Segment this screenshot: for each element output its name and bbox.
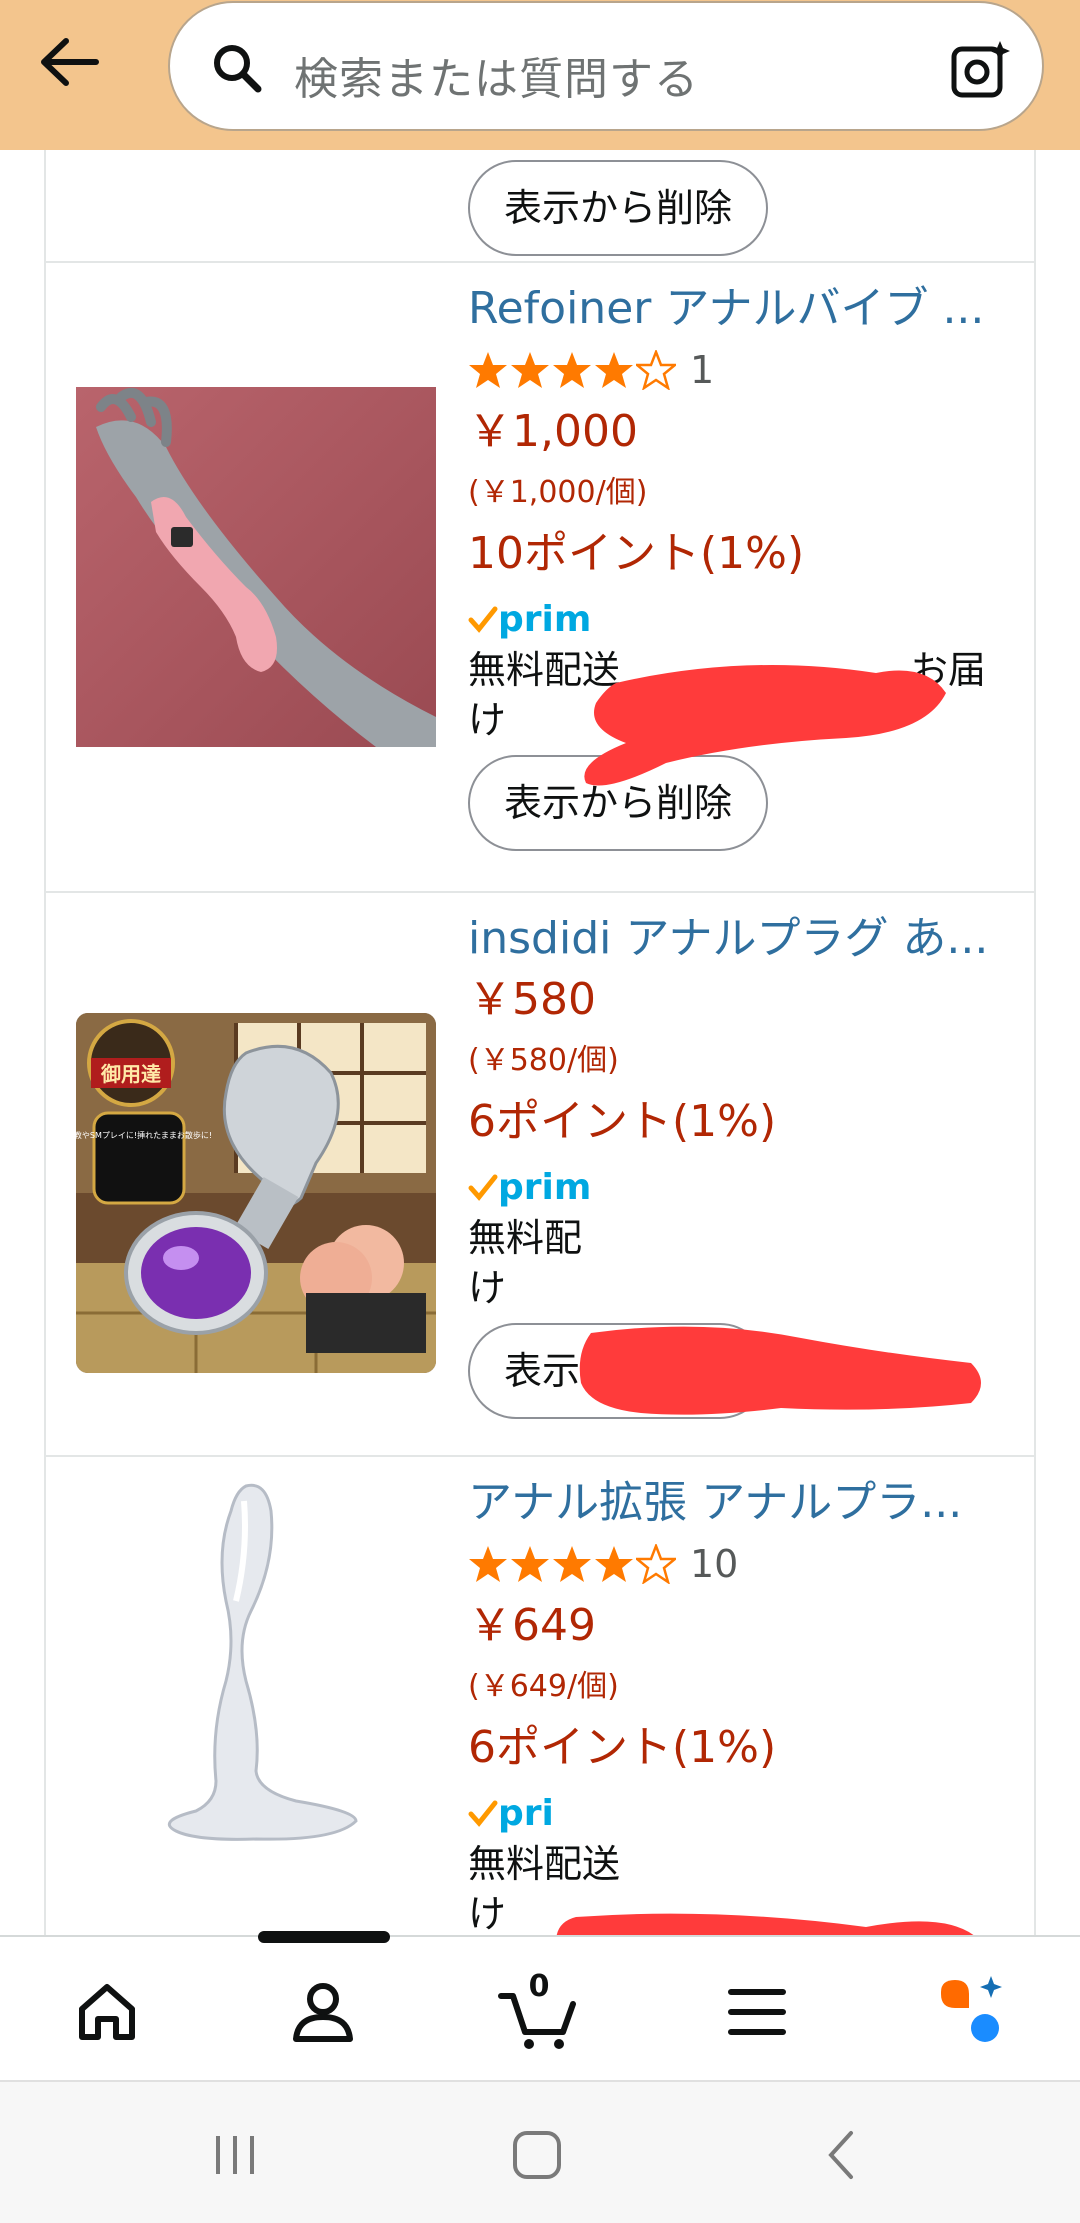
prime-label: prim xyxy=(498,1166,592,1208)
star-filled-icon xyxy=(511,1546,549,1582)
star-filled-icon xyxy=(511,352,549,388)
bottom-nav: 0 xyxy=(0,1931,1080,2080)
star-empty-icon xyxy=(636,350,676,390)
star-rating xyxy=(468,1544,676,1584)
star-filled-icon xyxy=(595,1546,633,1582)
prime-badge: prim xyxy=(468,1161,1010,1213)
chevron-left-icon xyxy=(828,2131,853,2179)
prime-check-icon xyxy=(468,1174,498,1201)
product-card[interactable]: アナル拡張 アナルプラ... 10 ￥649 (￥649/個) 6ポイント(1%… xyxy=(46,1457,1034,1935)
price: ￥649 xyxy=(468,1600,596,1651)
nav-menu[interactable] xyxy=(712,1967,802,2057)
delivery-line1: 無料配 xyxy=(468,1216,583,1260)
points: 10ポイント(1%) xyxy=(468,528,805,579)
delivery-line2: け xyxy=(468,1892,507,1935)
search-icon[interactable] xyxy=(210,41,266,97)
badge-text: 御用達 xyxy=(100,1062,161,1086)
recent-apps-button[interactable] xyxy=(200,2120,270,2190)
unit-price: (￥580/個) xyxy=(468,1043,619,1078)
nav-account[interactable] xyxy=(278,1967,368,2057)
star-rating xyxy=(468,350,676,390)
nav-cart[interactable]: 0 xyxy=(494,1967,584,2057)
delivery-tail: お届 xyxy=(910,648,987,692)
star-empty-icon xyxy=(636,1544,676,1584)
rating-count: 1 xyxy=(690,348,715,392)
home-square-icon xyxy=(513,2131,561,2179)
prime-check-icon xyxy=(468,606,498,633)
remove-from-view-button[interactable]: 表示から削除 xyxy=(468,755,769,851)
product-card: 表示から削除 xyxy=(46,150,1034,263)
remove-from-view-button[interactable]: 表示から削除 xyxy=(468,160,769,256)
recent-apps-icon xyxy=(216,2136,254,2174)
product-title-link[interactable]: アナル拡張 アナルプラ... xyxy=(468,1473,1010,1533)
account-icon xyxy=(293,1983,353,2042)
cart-count: 0 xyxy=(528,1969,550,2004)
product-card[interactable]: 御用達 調教やSMプレイに!挿れたままお散歩に! insdidi アナルプラグ … xyxy=(46,893,1034,1457)
delivery-line1: 無料配送 xyxy=(468,1842,621,1886)
assistant-icon xyxy=(941,1976,1002,2042)
back-system-button[interactable] xyxy=(806,2120,876,2190)
product-card[interactable]: Refoiner アナルバイブ ... 1 ￥1,000 (￥1,000/個) … xyxy=(46,263,1034,893)
points: 6ポイント(1%) xyxy=(468,1096,777,1147)
unit-price: (￥1,000/個) xyxy=(468,475,648,510)
prime-label: pri xyxy=(498,1792,554,1834)
back-button[interactable] xyxy=(28,30,108,94)
header-bar: 検索または質問する xyxy=(0,0,1080,150)
remove-from-view-button[interactable]: 表示から削除 xyxy=(468,1323,769,1419)
delivery-line1: 無料配送 xyxy=(468,648,621,692)
product-info: アナル拡張 アナルプラ... 10 ￥649 (￥649/個) 6ポイント(1%… xyxy=(468,1473,1010,1935)
menu-icon xyxy=(728,1989,786,2035)
delivery-line2: け xyxy=(468,1266,507,1310)
star-filled-icon xyxy=(469,352,507,388)
rating-row[interactable]: 10 xyxy=(468,1533,1010,1595)
rating-count: 10 xyxy=(690,1542,739,1586)
product-info: 表示から削除 xyxy=(468,150,1010,256)
price: ￥580 xyxy=(468,974,596,1025)
product-image[interactable] xyxy=(76,387,436,747)
rating-row[interactable]: 1 xyxy=(468,339,1010,401)
star-filled-icon xyxy=(553,1546,591,1582)
product-image[interactable]: 御用達 調教やSMプレイに!挿れたままお散歩に! xyxy=(76,1013,436,1373)
star-filled-icon xyxy=(469,1546,507,1582)
product-info: insdidi アナルプラグ あ... ￥580 (￥580/個) 6ポイント(… xyxy=(468,909,1010,1419)
home-system-button[interactable] xyxy=(502,2120,572,2190)
product-title-link[interactable]: Refoiner アナルバイブ ... xyxy=(468,279,1010,339)
product-info: Refoiner アナルバイブ ... 1 ￥1,000 (￥1,000/個) … xyxy=(468,279,1010,851)
nav-home[interactable] xyxy=(62,1967,152,2057)
star-filled-icon xyxy=(595,352,633,388)
prime-label: prim xyxy=(498,598,592,640)
unit-price: (￥649/個) xyxy=(468,1669,619,1704)
prime-badge: pri xyxy=(468,1787,1010,1839)
star-filled-icon xyxy=(553,352,591,388)
delivery-line2: け xyxy=(468,698,507,742)
camera-lens-icon[interactable] xyxy=(948,37,1012,101)
home-icon xyxy=(79,1984,135,2040)
price: ￥1,000 xyxy=(468,406,638,457)
prime-check-icon xyxy=(468,1800,498,1827)
search-input[interactable]: 検索または質問する xyxy=(294,43,699,107)
delivery-text: 無料配送 お届 xyxy=(468,645,1010,695)
points: 6ポイント(1%) xyxy=(468,1722,777,1773)
system-nav-bar xyxy=(0,2080,1080,2223)
active-tab-indicator xyxy=(258,1931,390,1943)
search-bar[interactable]: 検索または質問する xyxy=(168,1,1044,131)
nav-assistant[interactable] xyxy=(928,1967,1018,2057)
product-list: 表示から削除 Refoiner アナルバイブ ... 1 ￥1,000 (￥1,… xyxy=(44,150,1036,1935)
product-title-link[interactable]: insdidi アナルプラグ あ... xyxy=(468,909,1010,969)
product-image[interactable] xyxy=(76,1481,436,1841)
app-root: 検索または質問する 表示から削除 Refoiner アナルバイブ ... 1 ￥… xyxy=(0,0,1080,2223)
back-arrow-icon xyxy=(41,38,99,86)
prime-badge: prim xyxy=(468,593,1010,645)
caption-text: 調教やSMプレイに!挿れたままお散歩に! xyxy=(76,1130,212,1140)
